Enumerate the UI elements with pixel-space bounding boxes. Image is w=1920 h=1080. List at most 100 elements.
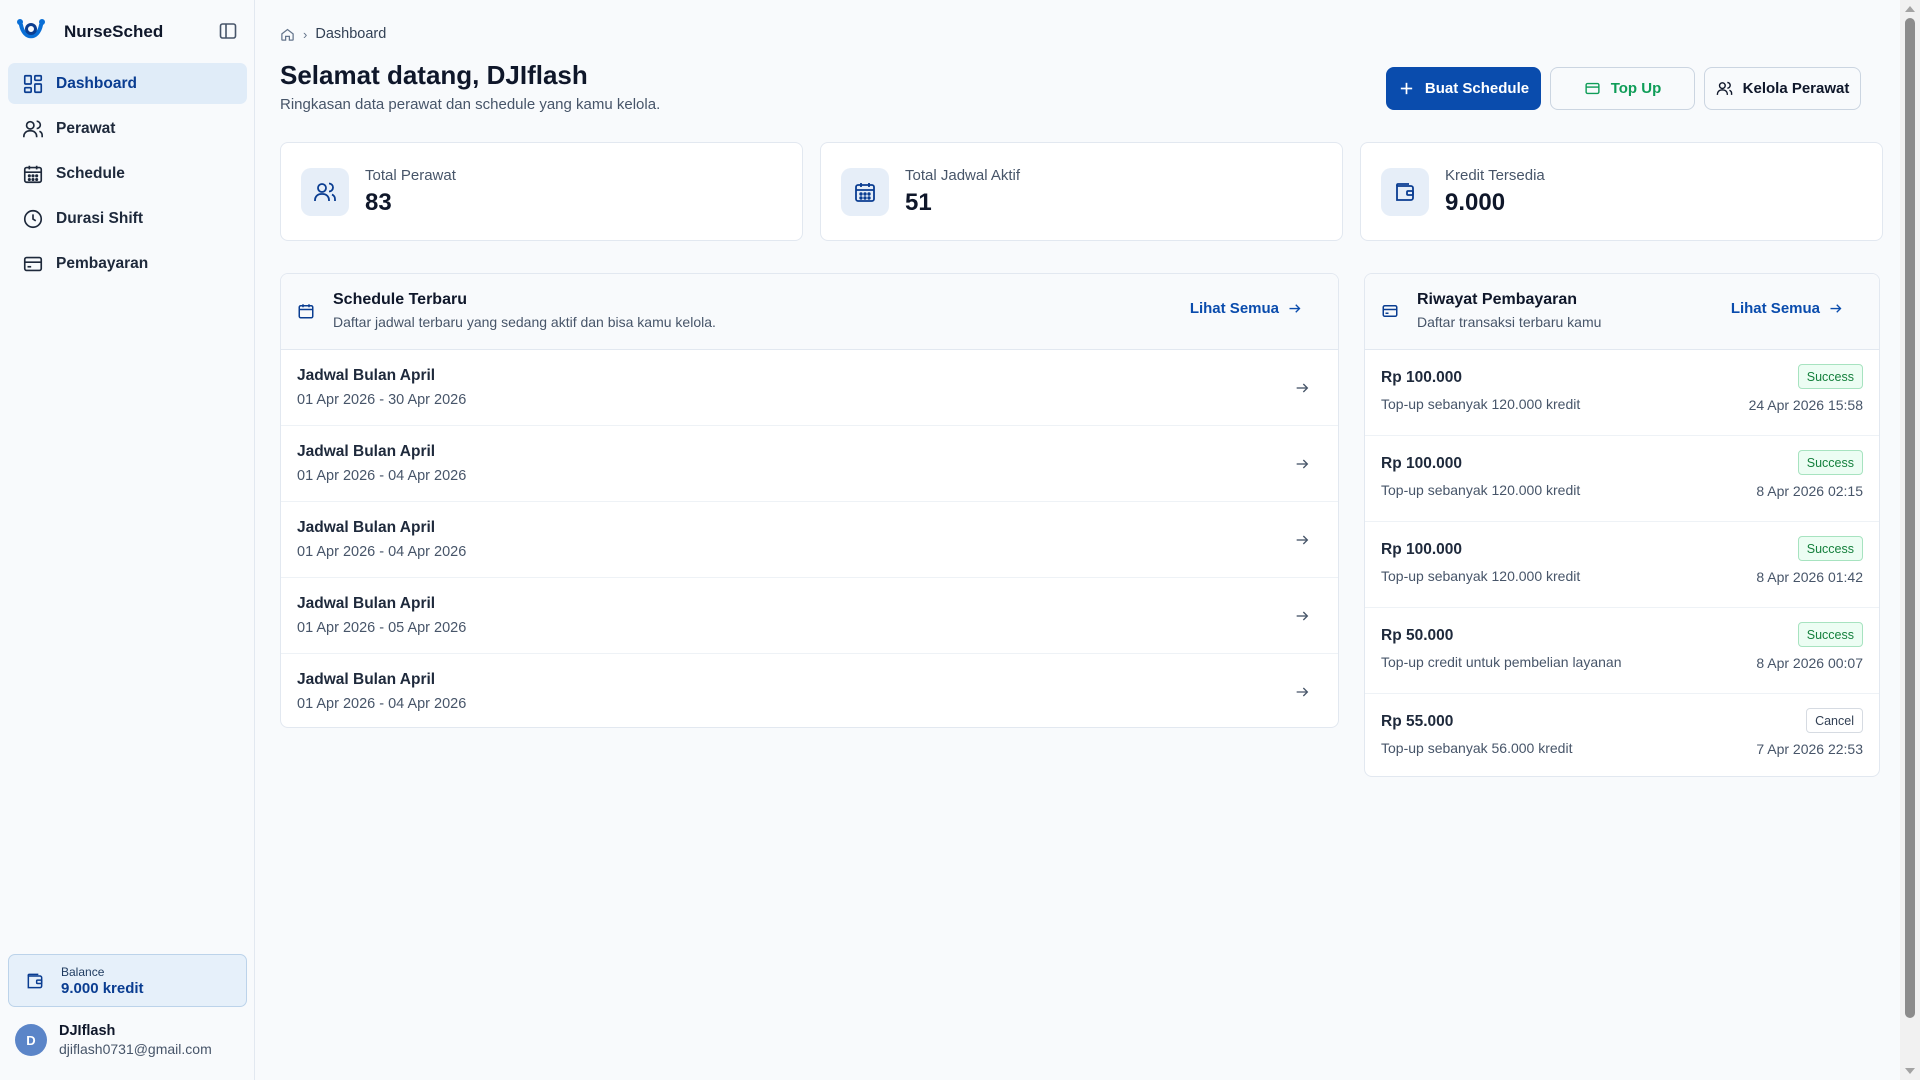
arrow-right-icon — [1296, 611, 1309, 621]
vertical-scrollbar[interactable] — [1900, 0, 1920, 1080]
payment-row: Rp 100.000 Top-up sebanyak 120.000 kredi… — [1365, 522, 1879, 608]
sidebar-item-perawat[interactable]: Perawat — [8, 108, 247, 149]
schedule-range: 01 Apr 2026 - 04 Apr 2026 — [297, 696, 467, 712]
sidebar-item-label: Dashboard — [56, 74, 137, 92]
top-up-button[interactable]: Top Up — [1550, 67, 1695, 110]
stat-card-total-perawat: Total Perawat 83 — [280, 142, 803, 241]
payment-amount: Rp 50.000 — [1381, 627, 1454, 644]
status-badge: Success — [1797, 450, 1863, 475]
header-actions: Buat Schedule Top Up Kelola Perawat — [1386, 67, 1861, 110]
schedule-list: Jadwal Bulan April 01 Apr 2026 - 30 Apr … — [281, 350, 1338, 727]
credit-card-icon — [1585, 82, 1600, 95]
avatar: D — [15, 1024, 47, 1056]
schedule-row[interactable]: Jadwal Bulan April 01 Apr 2026 - 04 Apr … — [281, 426, 1338, 502]
schedule-name: Jadwal Bulan April — [297, 367, 436, 384]
schedule-row[interactable]: Jadwal Bulan April 01 Apr 2026 - 04 Apr … — [281, 654, 1338, 727]
schedule-range: 01 Apr 2026 - 04 Apr 2026 — [297, 468, 467, 484]
logo-icon — [17, 19, 45, 39]
page-subtitle: Ringkasan data perawat dan schedule yang… — [280, 96, 661, 113]
panel-header: Riwayat Pembayaran Daftar transaksi terb… — [1365, 274, 1879, 350]
top-up-label: Top Up — [1610, 80, 1662, 97]
sidebar-toggle-icon[interactable] — [218, 21, 238, 41]
user-profile[interactable]: D DJIflash djiflash0731@gmail.com — [15, 1023, 212, 1057]
wallet-icon — [1396, 182, 1414, 201]
arrow-right-icon — [1296, 687, 1309, 697]
view-all-payments-link[interactable]: Lihat Semua — [1731, 300, 1843, 317]
credit-card-icon — [1382, 305, 1398, 317]
clock-icon — [23, 209, 43, 228]
status-badge: Success — [1797, 622, 1863, 647]
status-badge: Success — [1797, 536, 1863, 561]
payment-description: Top-up sebanyak 120.000 kredit — [1381, 568, 1581, 584]
panel-header: Schedule Terbaru Daftar jadwal terbaru y… — [281, 274, 1338, 350]
stat-icon-box — [301, 167, 349, 216]
schedule-row[interactable]: Jadwal Bulan April 01 Apr 2026 - 04 Apr … — [281, 502, 1338, 578]
scrollbar-thumb[interactable] — [1905, 18, 1915, 1018]
panel-subtitle: Daftar jadwal terbaru yang sedang aktif … — [333, 314, 716, 330]
panel-title: Schedule Terbaru — [333, 291, 467, 308]
schedule-range: 01 Apr 2026 - 04 Apr 2026 — [297, 544, 467, 560]
sidebar-item-label: Perawat — [56, 119, 116, 137]
sidebar: NurseSched Dashboard Perawat Schedule Du… — [0, 0, 255, 1080]
manage-nurses-button[interactable]: Kelola Perawat — [1704, 67, 1861, 110]
arrow-right-icon — [1830, 304, 1842, 313]
user-email: djiflash0731@gmail.com — [59, 1041, 212, 1057]
view-all-schedule-link[interactable]: Lihat Semua — [1190, 300, 1302, 317]
brand[interactable]: NurseSched — [16, 18, 163, 46]
view-all-label: Lihat Semua — [1730, 300, 1820, 317]
users-icon — [314, 182, 336, 201]
payment-list: Rp 100.000 Top-up sebanyak 120.000 kredi… — [1365, 350, 1879, 776]
chevron-right-icon: › — [303, 26, 308, 42]
schedule-name: Jadwal Bulan April — [297, 671, 436, 688]
stat-icon-box — [841, 167, 889, 216]
calendar-icon — [23, 165, 43, 183]
sidebar-item-schedule[interactable]: Schedule — [8, 153, 247, 194]
schedule-name: Jadwal Bulan April — [297, 519, 436, 536]
sidebar-item-dashboard[interactable]: Dashboard — [8, 63, 247, 104]
create-schedule-button[interactable]: Buat Schedule — [1386, 67, 1541, 110]
sidebar-item-label: Pembayaran — [56, 254, 149, 272]
stat-label: Total Jadwal Aktif — [905, 166, 1021, 184]
home-icon[interactable] — [280, 27, 295, 42]
stat-label: Kredit Tersedia — [1445, 166, 1545, 184]
schedule-row[interactable]: Jadwal Bulan April 01 Apr 2026 - 30 Apr … — [281, 350, 1338, 426]
sidebar-item-label: Schedule — [56, 164, 125, 182]
stat-value: 9.000 — [1445, 188, 1506, 216]
payment-description: Top-up sebanyak 120.000 kredit — [1381, 482, 1581, 498]
schedule-name: Jadwal Bulan April — [297, 443, 436, 460]
scroll-down-icon[interactable] — [1905, 1068, 1915, 1074]
payment-amount: Rp 100.000 — [1381, 455, 1462, 472]
status-badge: Cancel — [1806, 708, 1863, 733]
schedule-name: Jadwal Bulan April — [297, 595, 436, 612]
stat-icon-box — [1381, 167, 1429, 216]
scroll-up-icon[interactable] — [1905, 6, 1915, 12]
manage-nurses-label: Kelola Perawat — [1742, 80, 1850, 97]
sidebar-item-pembayaran[interactable]: Pembayaran — [8, 243, 247, 284]
calendar-icon — [855, 182, 875, 202]
payment-date: 24 Apr 2026 15:58 — [1748, 397, 1863, 413]
sidebar-item-durasi-shift[interactable]: Durasi Shift — [8, 198, 247, 239]
balance-card[interactable]: Balance 9.000 kredit — [8, 954, 247, 1007]
sidebar-nav: Dashboard Perawat Schedule Durasi Shift — [8, 63, 247, 288]
arrow-right-icon — [1289, 304, 1301, 313]
payment-row: Rp 55.000 Top-up sebanyak 56.000 kredit … — [1365, 694, 1879, 776]
create-schedule-label: Buat Schedule — [1424, 80, 1530, 97]
status-badge: Success — [1797, 364, 1863, 389]
payment-amount: Rp 100.000 — [1381, 541, 1462, 558]
schedule-row[interactable]: Jadwal Bulan April 01 Apr 2026 - 05 Apr … — [281, 578, 1338, 654]
arrow-right-icon — [1296, 535, 1309, 545]
payment-row: Rp 100.000 Top-up sebanyak 120.000 kredi… — [1365, 436, 1879, 522]
payment-history-panel: Riwayat Pembayaran Daftar transaksi terb… — [1364, 273, 1880, 777]
arrow-right-icon — [1296, 459, 1309, 469]
breadcrumb-current: Dashboard — [315, 26, 387, 42]
brand-name: NurseSched — [64, 22, 164, 41]
page-title: Selamat datang, DJIflash — [280, 60, 588, 90]
schedule-panel: Schedule Terbaru Daftar jadwal terbaru y… — [280, 273, 1339, 728]
payment-amount: Rp 100.000 — [1381, 369, 1462, 386]
schedule-range: 01 Apr 2026 - 30 Apr 2026 — [297, 392, 467, 408]
stat-card-kredit: Kredit Tersedia 9.000 — [1360, 142, 1883, 241]
stats-row: Total Perawat 83 Total Jadwal Aktif 51 K… — [280, 142, 1883, 241]
breadcrumb: › Dashboard — [280, 26, 386, 42]
credit-card-icon — [23, 256, 43, 271]
payment-description: Top-up sebanyak 56.000 kredit — [1381, 740, 1573, 756]
